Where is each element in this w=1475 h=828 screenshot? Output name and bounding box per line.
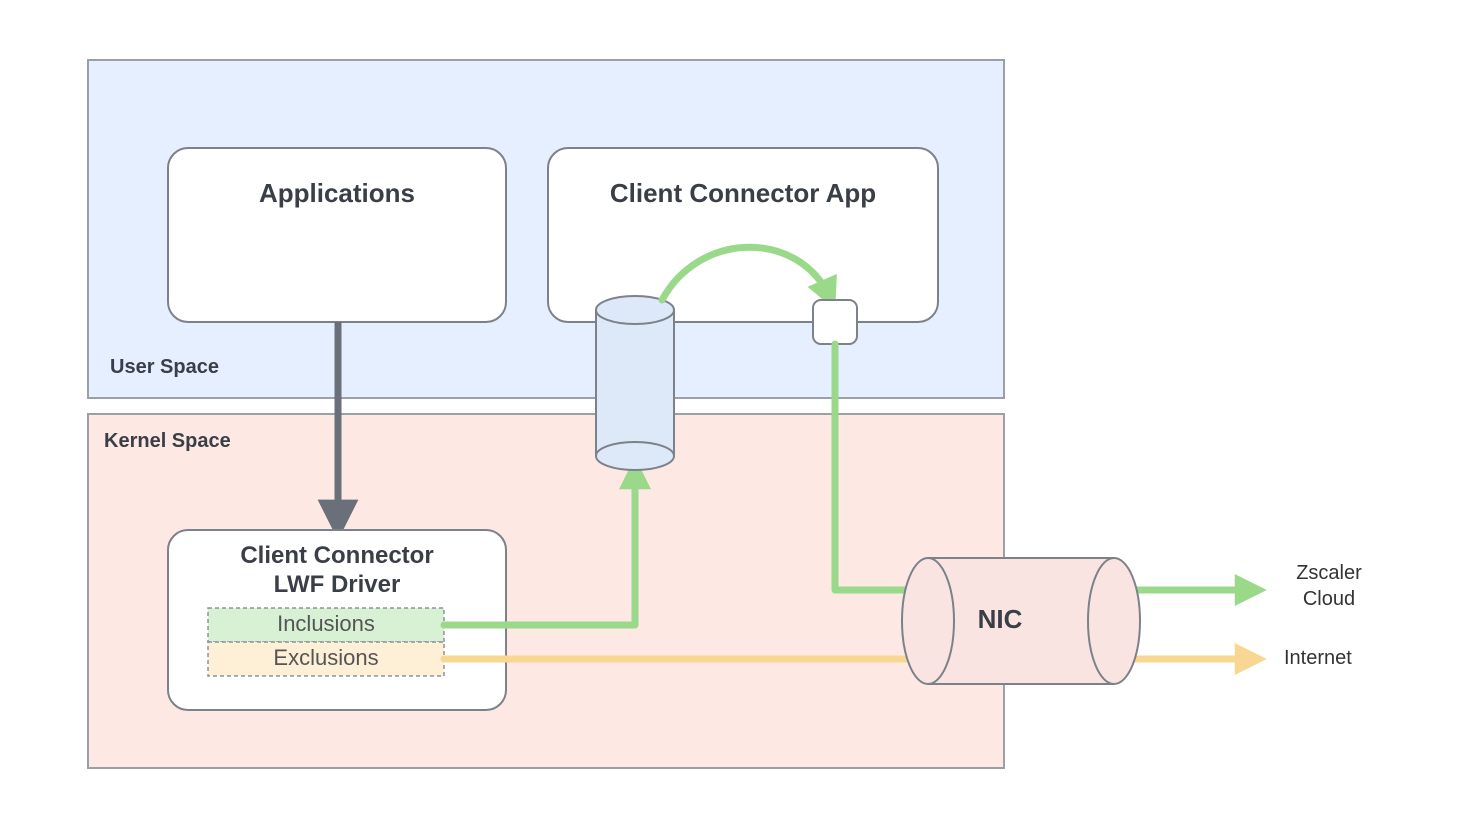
diagram-stage: User Space Kernel Space Applications Cli…: [0, 0, 1475, 828]
client-connector-app-box: [548, 148, 938, 322]
applications-box: [168, 148, 506, 322]
diagram-svg: [0, 0, 1475, 828]
exclusions-box: [208, 642, 444, 676]
nic-cylinder: [902, 558, 1140, 684]
cylinder-blue: [596, 296, 674, 470]
socket-box: [813, 300, 857, 344]
inclusions-box: [208, 608, 444, 642]
